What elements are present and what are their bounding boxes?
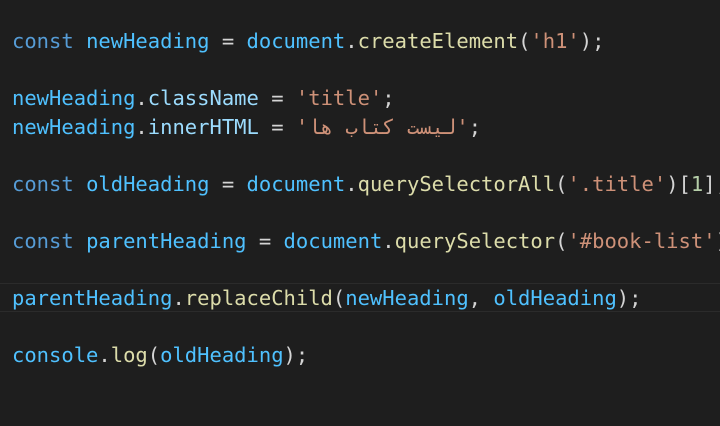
function-name: querySelectorAll — [357, 171, 556, 196]
property-name: innerHTML — [147, 114, 259, 139]
variable: newHeading — [86, 29, 210, 53]
keyword: const — [12, 29, 74, 53]
string-literal: 'title' — [295, 86, 383, 110]
punctuation: ]; — [703, 171, 720, 196]
code-line-6[interactable]: const oldHeading = document.querySelecto… — [12, 170, 720, 199]
operator: = — [271, 86, 284, 110]
code-area[interactable]: const newHeading = document.createElemen… — [12, 27, 720, 369]
code-line-5-empty[interactable] — [12, 141, 720, 170]
function-name: createElement — [357, 29, 519, 53]
keyword: const — [12, 228, 74, 253]
punctuation: . — [135, 86, 148, 110]
object: console — [12, 342, 99, 367]
code-line-3[interactable]: newHeading.className = 'title'; — [12, 84, 720, 113]
operator: = — [221, 171, 235, 196]
punctuation: ); — [283, 342, 309, 367]
string-literal: 'h1' — [530, 29, 580, 53]
code-line-12[interactable]: console.log(oldHeading); — [12, 341, 720, 370]
code-editor[interactable]: const newHeading = document.createElemen… — [0, 0, 720, 426]
object: document — [246, 29, 346, 53]
argument: oldHeading — [160, 342, 284, 367]
code-line-8[interactable]: const parentHeading = document.querySele… — [12, 227, 720, 256]
code-line-1[interactable]: const newHeading = document.createElemen… — [12, 27, 720, 56]
code-line-4[interactable]: newHeading.innerHTML = 'لیست کتاب ها'; — [12, 113, 720, 142]
punctuation: ( — [147, 342, 161, 367]
code-line-10[interactable]: parentHeading.replaceChild(newHeading, o… — [12, 284, 720, 313]
function-name: replaceChild — [184, 285, 333, 310]
string-literal: '.title' — [567, 171, 667, 196]
code-line-9-empty[interactable] — [12, 255, 720, 284]
punctuation: ); — [716, 229, 720, 253]
punctuation: . — [98, 342, 111, 367]
argument: oldHeading — [493, 285, 617, 310]
punctuation: , — [468, 285, 494, 310]
punctuation: . — [345, 171, 358, 196]
operator: = — [221, 29, 235, 53]
variable: parentHeading — [86, 228, 247, 253]
variable: newHeading — [12, 86, 136, 110]
property-name: className — [147, 86, 259, 110]
string-literal-rtl: لیست کتاب ها — [308, 114, 457, 139]
function-name: log — [110, 342, 148, 367]
punctuation: . — [135, 114, 148, 139]
string-literal: '#book-list' — [567, 228, 716, 253]
code-line-2-empty[interactable] — [12, 56, 720, 85]
punctuation: . — [345, 29, 358, 53]
variable: parentHeading — [12, 285, 173, 310]
object: document — [283, 228, 383, 253]
code-line-11-empty[interactable] — [12, 312, 720, 341]
object: document — [246, 171, 346, 196]
punctuation: ); — [579, 29, 605, 53]
punctuation: ; — [468, 114, 482, 139]
argument: newHeading — [345, 285, 469, 310]
punctuation: . — [382, 228, 395, 253]
number-literal: 1 — [690, 171, 704, 196]
punctuation: ); — [616, 285, 642, 310]
operator: = — [258, 228, 272, 253]
punctuation: . — [172, 285, 185, 310]
operator: = — [271, 114, 284, 139]
keyword: const — [12, 171, 74, 196]
punctuation: ( — [555, 228, 568, 253]
punctuation: )[ — [666, 171, 691, 196]
punctuation: ( — [332, 285, 346, 310]
punctuation: ( — [518, 29, 531, 53]
code-line-7-empty[interactable] — [12, 198, 720, 227]
variable: oldHeading — [86, 171, 210, 196]
function-name: querySelector — [394, 228, 556, 253]
string-quote: ' — [456, 114, 469, 139]
string-quote: ' — [295, 114, 309, 139]
variable: newHeading — [12, 114, 136, 139]
punctuation: ; — [382, 86, 395, 110]
punctuation: ( — [555, 171, 568, 196]
